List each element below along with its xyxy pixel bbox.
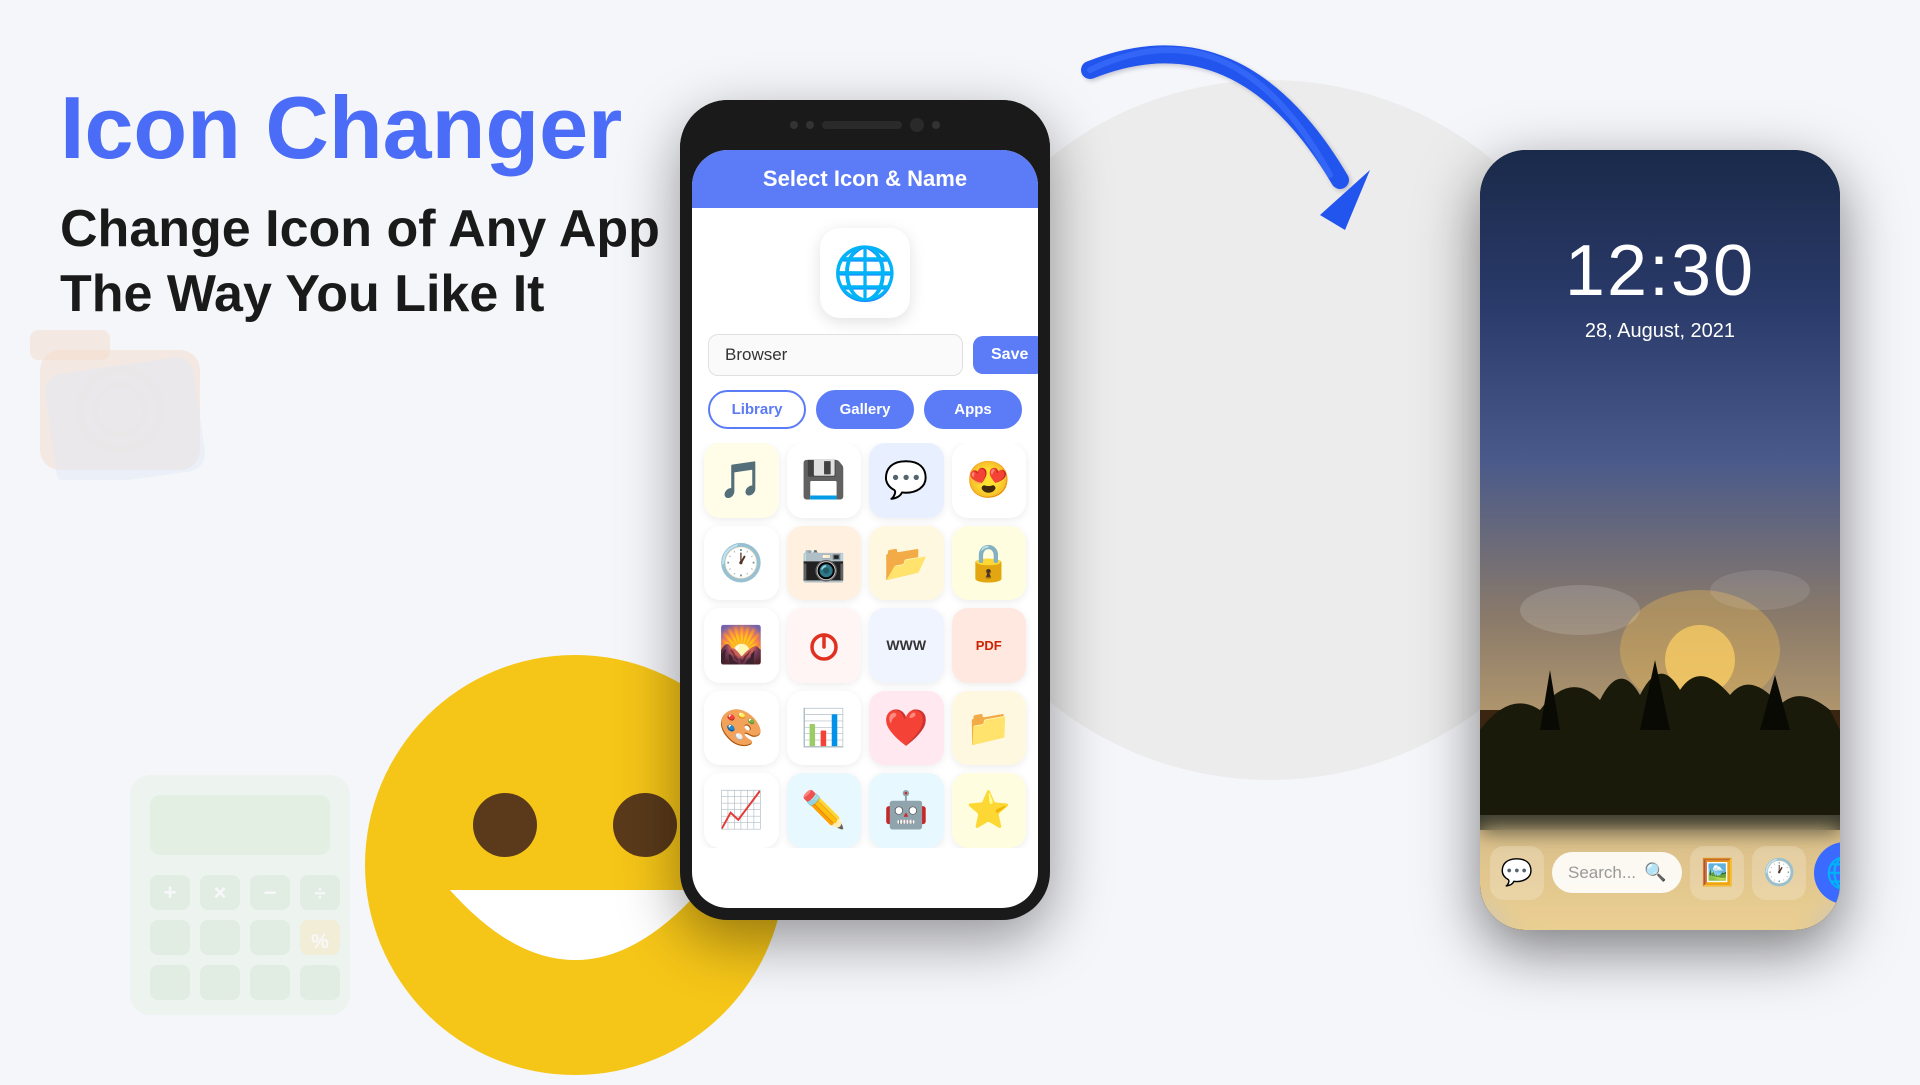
icon-color-wheel[interactable]: 🎨	[704, 691, 779, 766]
tab-gallery[interactable]: Gallery	[816, 390, 914, 429]
phone-frame-left: Select Icon & Name 🌐 Save Library Galler…	[680, 100, 1050, 920]
icons-grid: 🎵 💾 💬 😍 🕐 📷 📂 🔒 🌄 WWW PDF 🎨 📊 ❤️ 📁	[692, 443, 1038, 848]
app-name-input[interactable]	[708, 334, 963, 376]
icon-edit[interactable]: ✏️	[787, 773, 862, 848]
icon-robot[interactable]: 🤖	[869, 773, 944, 848]
icon-star[interactable]: ⭐	[952, 773, 1027, 848]
subtitle-line1: Change Icon of Any App	[60, 200, 660, 258]
icon-heart[interactable]: ❤️	[869, 691, 944, 766]
lock-screen-time: 12:30	[1480, 230, 1840, 312]
save-button[interactable]: Save	[973, 336, 1038, 374]
icon-chart[interactable]: 📈	[704, 773, 779, 848]
svg-text:+: +	[164, 880, 177, 905]
icon-lock[interactable]: 🔒	[952, 526, 1027, 601]
icon-folder-open[interactable]: 📂	[869, 526, 944, 601]
icon-pdf[interactable]: PDF	[952, 608, 1027, 683]
icon-www[interactable]: WWW	[869, 608, 944, 683]
lock-screen-date: 28, August, 2021	[1480, 320, 1840, 343]
lock-search-box[interactable]: Search... 🔍	[1552, 852, 1682, 893]
dock-clock-icon[interactable]: 🕐	[1752, 846, 1806, 900]
tab-library[interactable]: Library	[708, 390, 806, 429]
phone-dot-3	[932, 121, 940, 129]
dock-browser-icon[interactable]: 🌐	[1814, 842, 1840, 904]
tab-apps[interactable]: Apps	[924, 390, 1022, 429]
phone-speaker	[822, 121, 902, 129]
subtitle-line2: The Way You Like It	[60, 265, 544, 323]
app-title: Icon Changer	[60, 80, 660, 177]
phone-camera	[910, 118, 924, 132]
tabs-row: Library Gallery Apps	[708, 390, 1022, 429]
phone-dot-2	[806, 121, 814, 129]
icon-love-face[interactable]: 😍	[952, 443, 1027, 518]
dock-gallery-icon[interactable]: 🖼️	[1690, 846, 1744, 900]
icon-folder-gold[interactable]: 📁	[952, 691, 1027, 766]
phone-notch	[680, 100, 1050, 150]
icon-landscape[interactable]: 🌄	[704, 608, 779, 683]
svg-text:÷: ÷	[315, 883, 326, 905]
icon-preview-area: 🌐	[692, 208, 1038, 334]
icon-spreadsheet[interactable]: 📊	[787, 691, 862, 766]
left-content-section: Icon Changer Change Icon of Any App The …	[60, 80, 660, 327]
phone-screen-left: Select Icon & Name 🌐 Save Library Galler…	[692, 150, 1038, 908]
lock-search-icon: 🔍	[1644, 862, 1666, 883]
icon-camera[interactable]: 📷	[787, 526, 862, 601]
background-calculator-icon: + × − ÷ %	[120, 765, 360, 1030]
icon-power[interactable]	[787, 608, 862, 683]
icon-clock[interactable]: 🕐	[704, 526, 779, 601]
lock-screen-landscape	[1480, 530, 1840, 830]
icon-music[interactable]: 🎵	[704, 443, 779, 518]
phone-right: 12:30 28, August, 2021	[1480, 150, 1840, 930]
svg-text:−: −	[264, 880, 277, 905]
selected-icon-preview: 🌐	[820, 228, 910, 318]
icon-chat[interactable]: 💬	[869, 443, 944, 518]
phone-left: Select Icon & Name 🌐 Save Library Galler…	[680, 100, 1050, 920]
app-header-title: Select Icon & Name	[712, 166, 1018, 192]
app-subtitle: Change Icon of Any App The Way You Like …	[60, 197, 660, 327]
svg-text:%: %	[311, 931, 329, 953]
icon-save[interactable]: 💾	[787, 443, 862, 518]
name-input-row: Save	[708, 334, 1022, 376]
phone-dot-1	[790, 121, 798, 129]
background-camera-icon	[20, 300, 220, 485]
lock-screen-background: 12:30 28, August, 2021	[1480, 150, 1840, 930]
app-header: Select Icon & Name	[692, 150, 1038, 208]
lock-screen-bottom-bar: 💬 Search... 🔍 🖼️ 🕐 🌐	[1480, 815, 1840, 930]
phone-frame-right: 12:30 28, August, 2021	[1480, 150, 1840, 930]
arrow-decoration	[1060, 30, 1380, 250]
phone-screen-right: 12:30 28, August, 2021	[1480, 150, 1840, 930]
svg-text:×: ×	[214, 880, 227, 905]
lock-search-placeholder: Search...	[1568, 863, 1636, 883]
dock-chat-icon[interactable]: 💬	[1490, 846, 1544, 900]
